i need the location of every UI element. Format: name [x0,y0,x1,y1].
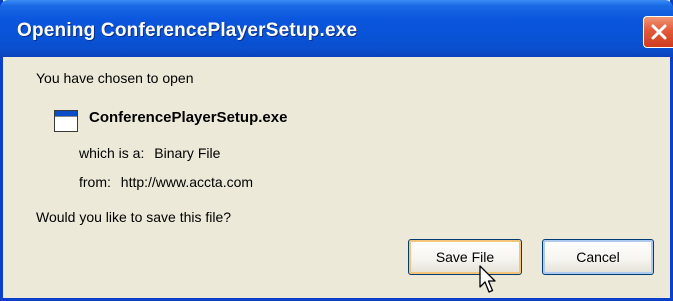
source-row: from: http://www.accta.com [79,174,253,190]
save-question: Would you like to save this file? [36,209,232,225]
source-url: http://www.accta.com [120,174,254,190]
download-dialog: Opening ConferencePlayerSetup.exe You ha… [0,0,673,301]
mouse-pointer-icon [479,265,496,293]
file-type-label: which is a: [79,145,145,161]
intro-text: You have chosen to open [36,70,194,86]
file-type-value: Binary File [154,145,221,161]
close-button[interactable] [643,16,673,48]
title-bar[interactable]: Opening ConferencePlayerSetup.exe [0,0,673,57]
dialog-title: Opening ConferencePlayerSetup.exe [17,20,358,41]
file-name: ConferencePlayerSetup.exe [89,109,288,126]
file-type-row: which is a: Binary File [79,145,220,161]
save-file-button[interactable]: Save File [408,239,522,275]
cancel-button[interactable]: Cancel [542,239,654,275]
close-icon [651,24,667,40]
application-window-icon [54,110,78,132]
source-label: from: [79,174,111,190]
dialog-body: You have chosen to open ConferencePlayer… [3,57,670,298]
